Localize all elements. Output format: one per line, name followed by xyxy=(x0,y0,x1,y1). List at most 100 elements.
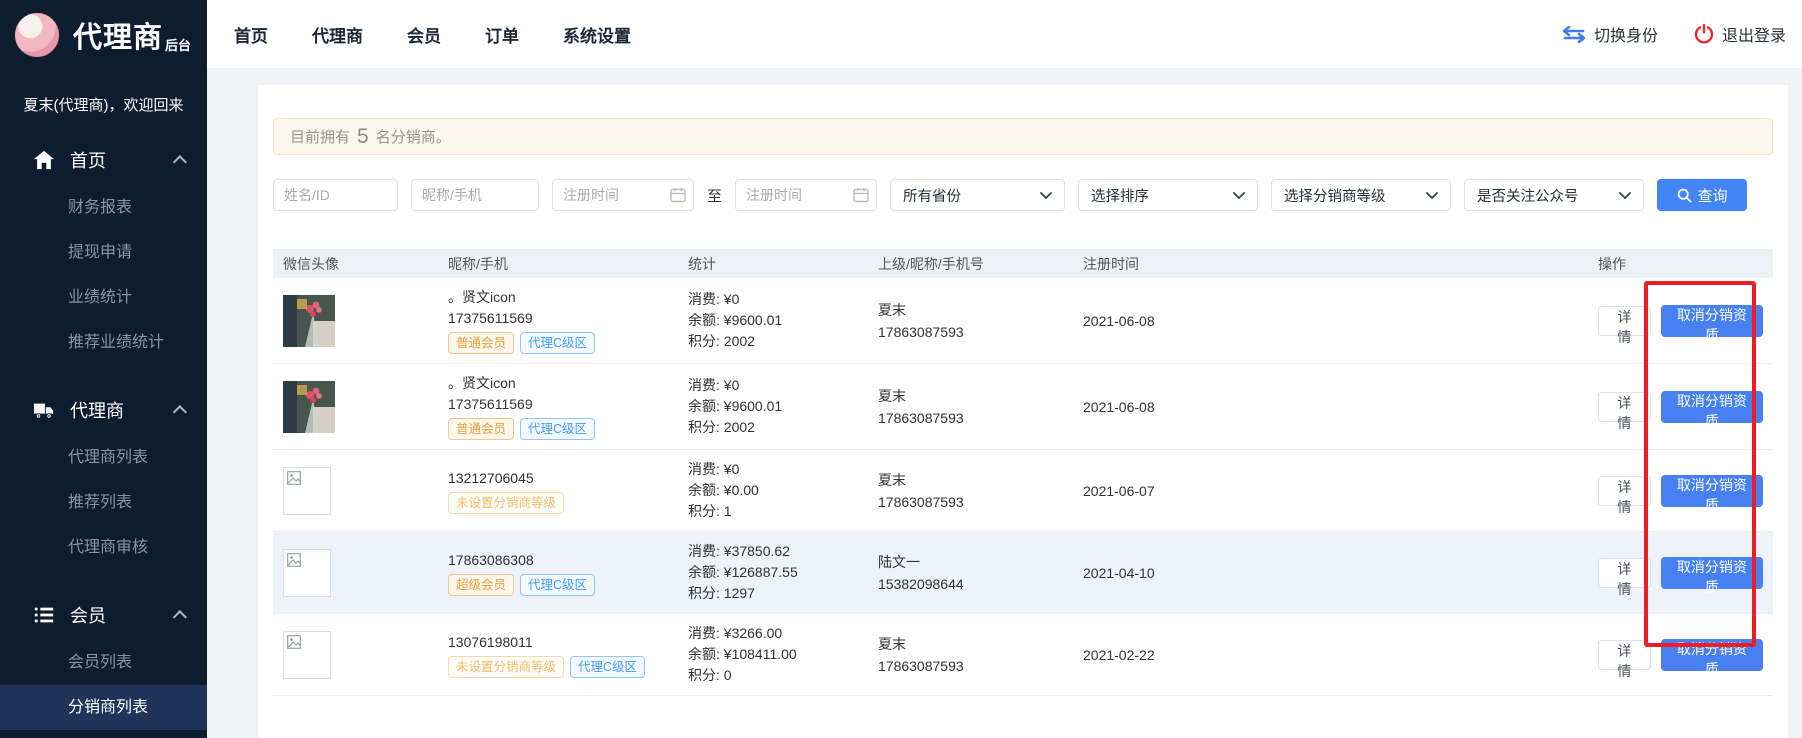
sidebar-item-finance-report[interactable]: 财务报表 xyxy=(0,185,207,230)
cell-nickname-phone: 17863086308 超级会员代理C级区 xyxy=(438,532,678,614)
sidebar-item-agent-review[interactable]: 代理商审核 xyxy=(0,525,207,570)
sidebar-group-member[interactable]: 会员 xyxy=(0,590,207,640)
cell-parent: 夏末 17863087593 xyxy=(868,278,1073,364)
cell-stats: 消费: ¥0 余额: ¥9600.01 积分: 2002 xyxy=(678,278,868,364)
cell-actions: 详情 取消分销资质 xyxy=(1588,364,1773,450)
topnav-item-member[interactable]: 会员 xyxy=(407,22,441,47)
follow-official-account-select[interactable]: 是否关注公众号 xyxy=(1464,179,1644,211)
app-logo[interactable]: 代理商 后台 xyxy=(0,0,207,68)
cancel-distribution-button[interactable]: 取消分销资质 xyxy=(1661,557,1763,589)
nickname-phone-input[interactable] xyxy=(411,179,539,211)
topnav-item-order[interactable]: 订单 xyxy=(485,22,519,47)
register-end-date-field xyxy=(735,179,877,211)
parent-phone: 17863087593 xyxy=(878,321,1063,343)
register-date: 2021-02-22 xyxy=(1083,647,1155,663)
member-tags: 普通会员代理C级区 xyxy=(448,332,668,354)
distributor-count-alert: 目前拥有 5 名分销商。 xyxy=(273,118,1773,155)
logo-avatar xyxy=(14,12,60,58)
sidebar-item-member-list[interactable]: 会员列表 xyxy=(0,640,207,685)
sidebar-group-home[interactable]: 首页 xyxy=(0,135,207,185)
register-date: 2021-04-10 xyxy=(1083,565,1155,581)
cancel-distribution-button[interactable]: 取消分销资质 xyxy=(1661,391,1763,423)
detail-button[interactable]: 详情 xyxy=(1598,640,1651,670)
detail-button[interactable]: 详情 xyxy=(1598,558,1651,588)
switch-identity-button[interactable]: 切换身份 xyxy=(1562,22,1658,46)
sidebar-item-referral-list[interactable]: 推荐列表 xyxy=(0,480,207,525)
name-id-input[interactable] xyxy=(273,179,398,211)
member-tags: 普通会员代理C级区 xyxy=(448,418,668,440)
parent-name: 陆文一 xyxy=(878,551,1063,573)
parent-name: 夏末 xyxy=(878,633,1063,655)
distributor-table: 微信头像 昵称/手机 统计 上级/昵称/手机号 注册时间 操作 。贤文icon … xyxy=(273,249,1773,696)
stat-consume: 消费: ¥0 xyxy=(688,375,858,396)
stat-points: 积分: 1 xyxy=(688,501,858,522)
sidebar-item-distributor-list[interactable]: 分销商列表 xyxy=(0,685,207,730)
sidebar-group-agent[interactable]: 代理商 xyxy=(0,385,207,435)
member-phone: 13076198011 xyxy=(448,632,668,653)
header-register-time: 注册时间 xyxy=(1073,249,1588,278)
member-tags: 超级会员代理C级区 xyxy=(448,574,668,596)
table-row: 17863086308 超级会员代理C级区 消费: ¥37850.62 余额: … xyxy=(273,532,1773,614)
cancel-distribution-button[interactable]: 取消分销资质 xyxy=(1661,305,1763,337)
member-phone: 17375611569 xyxy=(448,394,668,415)
cell-avatar xyxy=(273,450,438,532)
cell-stats: 消费: ¥0 余额: ¥9600.01 积分: 2002 xyxy=(678,364,868,450)
sidebar-item-agent-list[interactable]: 代理商列表 xyxy=(0,435,207,480)
detail-button[interactable]: 详情 xyxy=(1598,476,1651,506)
parent-phone: 17863087593 xyxy=(878,407,1063,429)
member-tags: 未设置分销商等级代理C级区 xyxy=(448,656,668,678)
member-tag: 代理C级区 xyxy=(570,656,645,678)
member-tag: 超级会员 xyxy=(448,574,514,596)
stat-consume: 消费: ¥0 xyxy=(688,289,858,310)
topnav-item-home[interactable]: 首页 xyxy=(234,22,268,47)
stat-balance: 余额: ¥108411.00 xyxy=(688,644,858,665)
broken-avatar-image xyxy=(283,549,331,597)
detail-button[interactable]: 详情 xyxy=(1598,392,1651,422)
province-select[interactable]: 所有省份 xyxy=(890,179,1065,211)
parent-name: 夏末 xyxy=(878,299,1063,321)
register-date: 2021-06-07 xyxy=(1083,483,1155,499)
cancel-distribution-button[interactable]: 取消分销资质 xyxy=(1661,475,1763,507)
member-phone: 17863086308 xyxy=(448,550,668,571)
sidebar-item-withdraw-request[interactable]: 提现申请 xyxy=(0,230,207,275)
parent-phone: 15382098644 xyxy=(878,573,1063,595)
cancel-distribution-button[interactable]: 取消分销资质 xyxy=(1661,639,1763,671)
power-icon xyxy=(1694,24,1714,44)
cell-avatar xyxy=(273,614,438,696)
table-row: 13076198011 未设置分销商等级代理C级区 消费: ¥3266.00 余… xyxy=(273,614,1773,696)
register-date: 2021-06-08 xyxy=(1083,399,1155,415)
distributor-level-select[interactable]: 选择分销商等级 xyxy=(1271,179,1451,211)
logout-button[interactable]: 退出登录 xyxy=(1694,22,1786,46)
calendar-icon[interactable] xyxy=(670,187,686,203)
detail-button[interactable]: 详情 xyxy=(1598,306,1651,336)
chevron-down-icon xyxy=(1619,192,1631,199)
cell-actions: 详情 取消分销资质 xyxy=(1588,450,1773,532)
cell-actions: 详情 取消分销资质 xyxy=(1588,278,1773,364)
cell-actions: 详情 取消分销资质 xyxy=(1588,532,1773,614)
stat-balance: 余额: ¥9600.01 xyxy=(688,396,858,417)
sidebar-item-referral-performance-stats[interactable]: 推荐业绩统计 xyxy=(0,320,207,365)
welcome-text: 夏末(代理商)，欢迎回来 xyxy=(0,94,207,115)
cell-avatar xyxy=(273,532,438,614)
calendar-icon[interactable] xyxy=(853,187,869,203)
stat-consume: 消费: ¥3266.00 xyxy=(688,623,858,644)
cell-register-time: 2021-04-10 xyxy=(1073,532,1588,614)
search-button[interactable]: 查询 xyxy=(1657,179,1747,211)
cell-stats: 消费: ¥0 余额: ¥0.00 积分: 1 xyxy=(678,450,868,532)
stat-balance: 余额: ¥0.00 xyxy=(688,480,858,501)
sort-select[interactable]: 选择排序 xyxy=(1078,179,1258,211)
filter-bar: 至 所有省份 选择排序 选择分销商等级 是否关注公众号 查询 xyxy=(273,179,1773,211)
broken-avatar-image xyxy=(283,467,331,515)
member-tag: 普通会员 xyxy=(448,332,514,354)
topnav-item-agent[interactable]: 代理商 xyxy=(312,22,363,47)
cell-parent: 夏末 17863087593 xyxy=(868,364,1073,450)
topnav-item-settings[interactable]: 系统设置 xyxy=(563,22,631,47)
chevron-down-icon xyxy=(1233,192,1245,199)
sidebar-item-performance-stats[interactable]: 业绩统计 xyxy=(0,275,207,320)
header-stats: 统计 xyxy=(678,249,868,278)
member-phone: 13212706045 xyxy=(448,468,668,489)
topbar: 首页 代理商 会员 订单 系统设置 切换身份 退出登录 xyxy=(207,0,1802,68)
cell-register-time: 2021-02-22 xyxy=(1073,614,1588,696)
parent-phone: 17863087593 xyxy=(878,491,1063,513)
switch-identity-label: 切换身份 xyxy=(1594,22,1658,46)
